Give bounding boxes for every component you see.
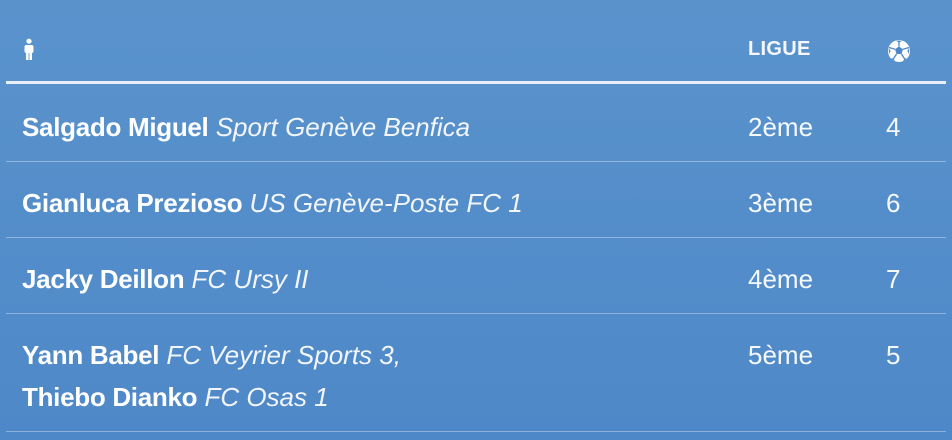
league-cell: 5ème [748, 340, 814, 370]
player-name: Jacky Deillon [22, 264, 185, 294]
player-club: FC Osas 1 [204, 382, 329, 412]
league-cell: 3ème [748, 188, 814, 218]
player-name: Yann Babel [22, 340, 160, 370]
player-cell: Jacky Deillon FC Ursy II [22, 258, 309, 300]
player-cell: Yann Babel FC Veyrier Sports 3, Thiebo D… [22, 334, 401, 418]
goals-cell: 5 [886, 340, 901, 370]
player-club: Sport Genève Benfica [215, 112, 471, 142]
goals-cell: 4 [886, 112, 901, 142]
player-name: Gianluca Prezioso [22, 188, 243, 218]
league-cell: 2ème [748, 112, 814, 142]
player-name: Thiebo Dianko [22, 382, 198, 412]
player-name: Salgado Miguel [22, 112, 209, 142]
scorers-table: LIGUE Salgado Miguel Sport Genève Benfic… [0, 0, 952, 440]
table-row: Salgado Miguel Sport Genève Benfica 2ème… [6, 86, 946, 162]
player-club: FC Ursy II [191, 264, 309, 294]
goals-cell: 6 [886, 188, 901, 218]
column-header-ligue: LIGUE [748, 38, 811, 60]
player-cell: Salgado Miguel Sport Genève Benfica [22, 106, 470, 148]
player-club: FC Veyrier Sports 3, [166, 340, 401, 370]
table-row: Yann Babel FC Veyrier Sports 3, Thiebo D… [6, 314, 946, 432]
goals-cell: 7 [886, 264, 901, 294]
person-icon [22, 38, 36, 62]
player-cell: Gianluca Prezioso US Genève-Poste FC 1 [22, 182, 523, 224]
soccer-ball-icon [886, 38, 912, 64]
player-club: US Genève-Poste FC 1 [249, 188, 523, 218]
league-cell: 4ème [748, 264, 814, 294]
table-row: Jacky Deillon FC Ursy II 4ème 7 [6, 238, 946, 314]
table-header: LIGUE [6, 0, 946, 84]
table-row: Gianluca Prezioso US Genève-Poste FC 1 3… [6, 162, 946, 238]
